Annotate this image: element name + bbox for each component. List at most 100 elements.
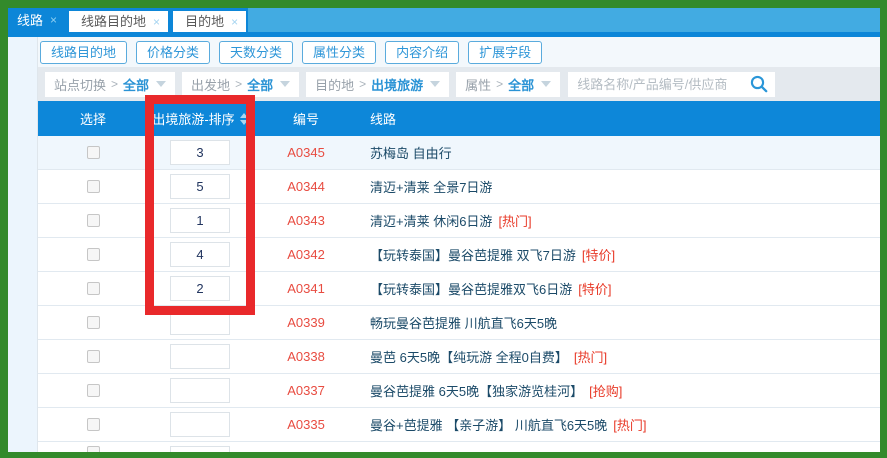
dropdown-separator: >	[359, 77, 366, 91]
table-row: A0344 清迈+清莱 全景7日游	[38, 170, 880, 204]
tab-route-destination[interactable]: 线路目的地 ×	[69, 11, 168, 32]
route-name: 【玩转泰国】曼谷芭提雅双飞6日游	[370, 279, 572, 298]
content-intro-button[interactable]: 内容介绍	[385, 41, 459, 64]
table-row: A0341 【玩转泰国】曼谷芭提雅双飞6日游[特价]	[38, 272, 880, 306]
chevron-down-icon	[156, 81, 166, 87]
table-row-partial	[38, 442, 880, 452]
tab-route[interactable]: 线路 ×	[8, 8, 64, 32]
dropdown-value: 全部	[247, 75, 273, 94]
tab-group: 线路 × 线路目的地 × 目的地 ×	[8, 8, 248, 37]
route-code: A0344	[287, 179, 325, 194]
sort-order-input[interactable]	[170, 446, 230, 452]
route-code: A0345	[287, 145, 325, 160]
dropdown-value: 全部	[508, 75, 534, 94]
days-category-button[interactable]: 天数分类	[219, 41, 293, 64]
search-icon[interactable]	[749, 74, 769, 94]
row-checkbox[interactable]	[87, 248, 100, 261]
header-select-label: 选择	[80, 109, 106, 128]
search-box	[568, 72, 775, 97]
attribute-dropdown[interactable]: 属性 > 全部	[456, 72, 560, 97]
row-checkbox[interactable]	[87, 316, 100, 329]
chevron-down-icon	[430, 81, 440, 87]
row-checkbox[interactable]	[87, 214, 100, 227]
header-route-label: 线路	[370, 109, 396, 128]
route-name: 苏梅岛 自由行	[370, 143, 452, 162]
dropdown-label: 出发地	[191, 75, 230, 94]
dropdown-label: 站点切换	[54, 75, 106, 94]
row-checkbox[interactable]	[87, 180, 100, 193]
route-destination-button[interactable]: 线路目的地	[40, 41, 127, 64]
tab-destination[interactable]: 目的地 ×	[173, 11, 246, 32]
close-icon[interactable]: ×	[50, 14, 57, 26]
row-checkbox[interactable]	[87, 384, 100, 397]
row-checkbox[interactable]	[87, 446, 100, 452]
sort-order-input[interactable]	[170, 276, 230, 301]
sort-order-input[interactable]	[170, 140, 230, 165]
sort-order-input[interactable]	[170, 208, 230, 233]
dropdown-label: 属性	[465, 75, 491, 94]
route-code: A0337	[287, 383, 325, 398]
table-row: A0338 曼芭 6天5晚【纯玩游 全程0自费】[热门]	[38, 340, 880, 374]
header-select: 选择	[38, 109, 148, 128]
window-inner: 线路 × 线路目的地 × 目的地 × 线路目的地 价格分类 天	[8, 8, 880, 452]
table-body: A0345 苏梅岛 自由行 A0344 清迈+清莱 全景7日游 A0343 清迈…	[38, 136, 880, 452]
route-tag: [抢购]	[589, 381, 622, 400]
filter-bar: 站点切换 > 全部 出发地 > 全部 目的地 > 出境旅游	[38, 67, 880, 101]
close-icon[interactable]: ×	[153, 16, 160, 28]
close-icon[interactable]: ×	[231, 16, 238, 28]
dropdown-label: 目的地	[315, 75, 354, 94]
content-area: 线路目的地 价格分类 天数分类 属性分类 内容介绍 扩展字段 站点切换 > 全部	[37, 37, 880, 452]
sort-order-input[interactable]	[170, 378, 230, 403]
route-name: 畅玩曼谷芭提雅 川航直飞6天5晚	[370, 313, 557, 332]
table-header: 选择 出境旅游-排序 编号 线路	[38, 101, 880, 136]
header-code: 编号	[252, 109, 360, 128]
sort-arrows-icon[interactable]	[240, 113, 248, 125]
tab-bar: 线路 × 线路目的地 × 目的地 ×	[8, 8, 880, 37]
search-input[interactable]	[568, 77, 749, 92]
row-checkbox[interactable]	[87, 418, 100, 431]
site-switch-dropdown[interactable]: 站点切换 > 全部	[45, 72, 175, 97]
extended-fields-button[interactable]: 扩展字段	[468, 41, 542, 64]
tab-destination-label: 目的地	[185, 11, 224, 32]
dropdown-value: 出境旅游	[371, 75, 423, 94]
row-checkbox[interactable]	[87, 350, 100, 363]
header-route: 线路	[360, 109, 880, 128]
sort-order-input[interactable]	[170, 310, 230, 335]
sort-order-input[interactable]	[170, 412, 230, 437]
route-code: A0342	[287, 247, 325, 262]
route-tag: [热门]	[613, 415, 646, 434]
price-category-button[interactable]: 价格分类	[136, 41, 210, 64]
app-window: 线路 × 线路目的地 × 目的地 × 线路目的地 价格分类 天	[0, 0, 887, 458]
table-row: A0342 【玩转泰国】曼谷芭提雅 双飞7日游[特价]	[38, 238, 880, 272]
attribute-category-button[interactable]: 属性分类	[302, 41, 376, 64]
header-code-label: 编号	[293, 109, 319, 128]
route-tag: [热门]	[574, 347, 607, 366]
route-name: 曼谷芭提雅 6天5晚【独家游览桂河】	[370, 381, 583, 400]
table-row: A0339 畅玩曼谷芭提雅 川航直飞6天5晚	[38, 306, 880, 340]
row-checkbox[interactable]	[87, 146, 100, 159]
route-name: 曼芭 6天5晚【纯玩游 全程0自费】	[370, 347, 568, 366]
route-tag: [特价]	[578, 279, 611, 298]
table-row: A0343 清迈+清莱 休闲6日游 [热门]	[38, 204, 880, 238]
header-sort[interactable]: 出境旅游-排序	[148, 109, 252, 128]
route-code: A0343	[287, 213, 325, 228]
row-checkbox[interactable]	[87, 282, 100, 295]
departure-dropdown[interactable]: 出发地 > 全部	[182, 72, 299, 97]
route-name: 曼谷+芭提雅 【亲子游】 川航直飞6天5晚	[370, 415, 607, 434]
route-name: 【玩转泰国】曼谷芭提雅 双飞7日游	[370, 245, 576, 264]
route-name: 清迈+清莱 休闲6日游	[370, 211, 492, 230]
sort-order-input[interactable]	[170, 174, 230, 199]
destination-dropdown[interactable]: 目的地 > 出境旅游	[306, 72, 449, 97]
table-row: A0337 曼谷芭提雅 6天5晚【独家游览桂河】 [抢购]	[38, 374, 880, 408]
dropdown-value: 全部	[123, 75, 149, 94]
route-code: A0339	[287, 315, 325, 330]
route-tag: [热门]	[498, 211, 531, 230]
toolbar: 线路目的地 价格分类 天数分类 属性分类 内容介绍 扩展字段	[38, 37, 880, 67]
table-row: A0345 苏梅岛 自由行	[38, 136, 880, 170]
sort-order-input[interactable]	[170, 344, 230, 369]
header-sort-label: 出境旅游-排序	[152, 109, 234, 128]
tab-route-label: 线路	[17, 10, 43, 31]
sort-order-input[interactable]	[170, 242, 230, 267]
chevron-down-icon	[280, 81, 290, 87]
route-code: A0335	[287, 417, 325, 432]
